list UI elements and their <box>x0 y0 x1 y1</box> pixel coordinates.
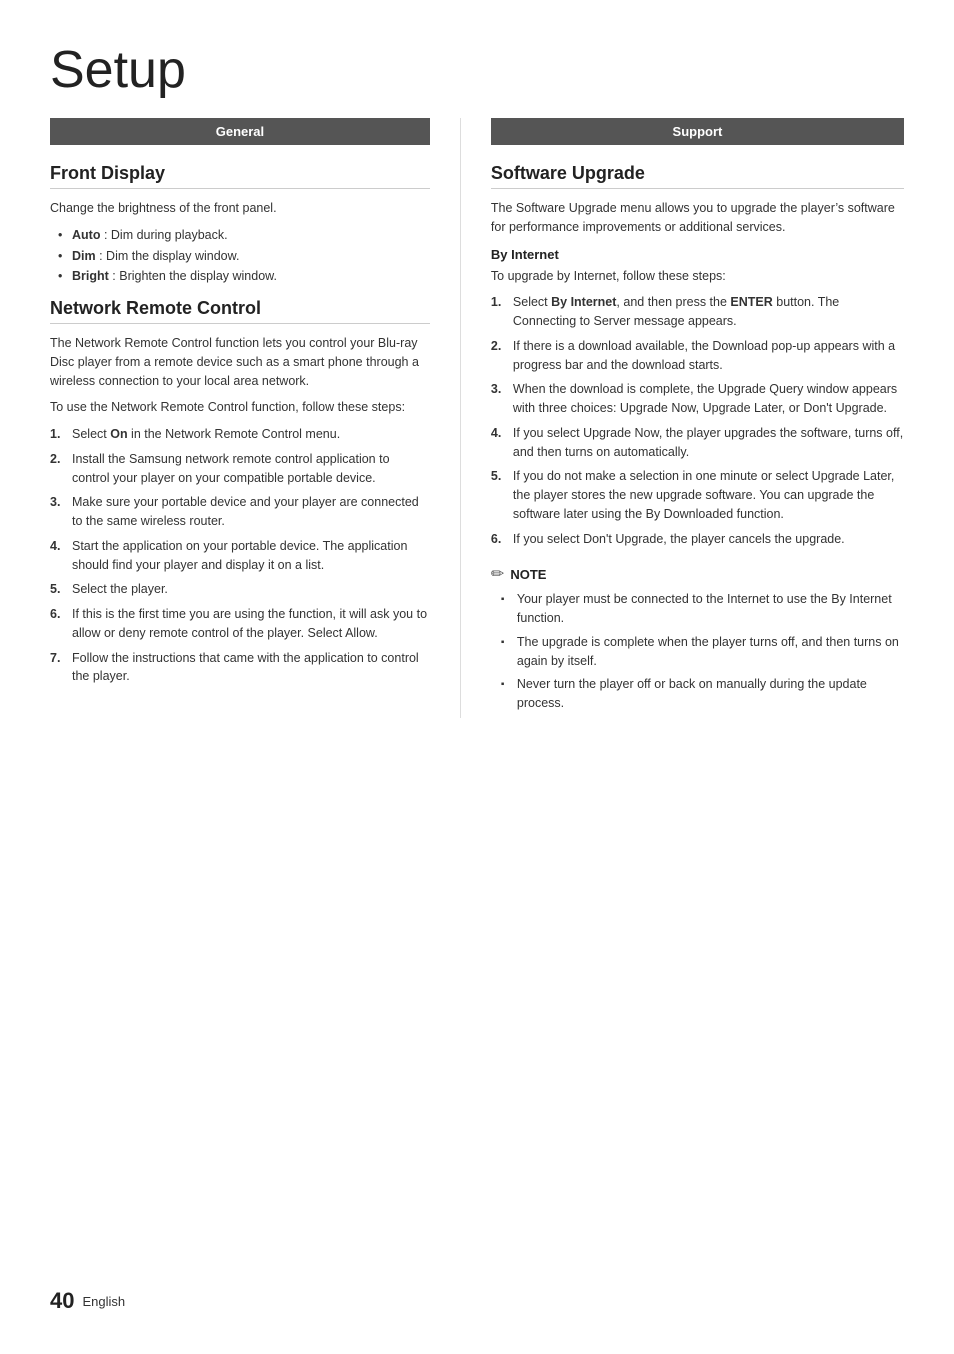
software-upgrade-title: Software Upgrade <box>491 163 904 189</box>
by-internet-intro: To upgrade by Internet, follow these ste… <box>491 267 904 286</box>
software-upgrade-intro: The Software Upgrade menu allows you to … <box>491 199 904 237</box>
bi-step-4: If you select Upgrade Now, the player up… <box>491 424 904 462</box>
note-item-1: Your player must be connected to the Int… <box>501 590 904 628</box>
page-language: English <box>82 1294 125 1309</box>
front-display-intro: Change the brightness of the front panel… <box>50 199 430 218</box>
general-header: General <box>50 118 430 145</box>
bullet-auto: Auto : Dim during playback. <box>58 226 430 245</box>
nrc-step-2: Install the Samsung network remote contr… <box>50 450 430 488</box>
right-column: Support Software Upgrade The Software Up… <box>460 118 904 718</box>
note-list: Your player must be connected to the Int… <box>501 590 904 713</box>
page-title: Setup <box>50 40 904 100</box>
bullet-auto-bold: Auto <box>72 228 100 242</box>
bi-step-1: Select By Internet, and then press the E… <box>491 293 904 331</box>
bullet-dim-bold: Dim <box>72 249 96 263</box>
network-remote-steps: Select On in the Network Remote Control … <box>50 425 430 686</box>
bi-step-6: If you select Don't Upgrade, the player … <box>491 530 904 549</box>
by-internet-title: By Internet <box>491 247 904 262</box>
note-label: NOTE <box>510 567 546 582</box>
front-display-section: Front Display Change the brightness of t… <box>50 163 430 286</box>
note-section: ✏ NOTE Your player must be connected to … <box>491 564 904 713</box>
left-column: General Front Display Change the brightn… <box>50 118 460 718</box>
bullet-bright-bold: Bright <box>72 269 109 283</box>
bullet-bright: Bright : Brighten the display window. <box>58 267 430 286</box>
note-item-2: The upgrade is complete when the player … <box>501 633 904 671</box>
front-display-bullets: Auto : Dim during playback. Dim : Dim th… <box>58 226 430 286</box>
bi-step-2: If there is a download available, the Do… <box>491 337 904 375</box>
bullet-dim: Dim : Dim the display window. <box>58 247 430 266</box>
bi-step-3: When the download is complete, the Upgra… <box>491 380 904 418</box>
software-upgrade-section: Software Upgrade The Software Upgrade me… <box>491 163 904 713</box>
page-footer: 40 English <box>50 1288 125 1314</box>
front-display-title: Front Display <box>50 163 430 189</box>
note-icon: ✏ <box>491 564 504 584</box>
page-number: 40 <box>50 1288 74 1314</box>
network-remote-title: Network Remote Control <box>50 298 430 324</box>
support-header: Support <box>491 118 904 145</box>
by-internet-steps: Select By Internet, and then press the E… <box>491 293 904 548</box>
nrc-step-1: Select On in the Network Remote Control … <box>50 425 430 444</box>
note-header: ✏ NOTE <box>491 564 904 584</box>
nrc-step-6: If this is the first time you are using … <box>50 605 430 643</box>
main-content: General Front Display Change the brightn… <box>50 118 904 718</box>
bi-step-5: If you do not make a selection in one mi… <box>491 467 904 523</box>
nrc-step-7: Follow the instructions that came with t… <box>50 649 430 687</box>
network-remote-intro2: To use the Network Remote Control functi… <box>50 398 430 417</box>
nrc-step-4: Start the application on your portable d… <box>50 537 430 575</box>
nrc-step-5: Select the player. <box>50 580 430 599</box>
note-item-3: Never turn the player off or back on man… <box>501 675 904 713</box>
nrc-step-3: Make sure your portable device and your … <box>50 493 430 531</box>
network-remote-section: Network Remote Control The Network Remot… <box>50 298 430 686</box>
network-remote-intro: The Network Remote Control function lets… <box>50 334 430 390</box>
